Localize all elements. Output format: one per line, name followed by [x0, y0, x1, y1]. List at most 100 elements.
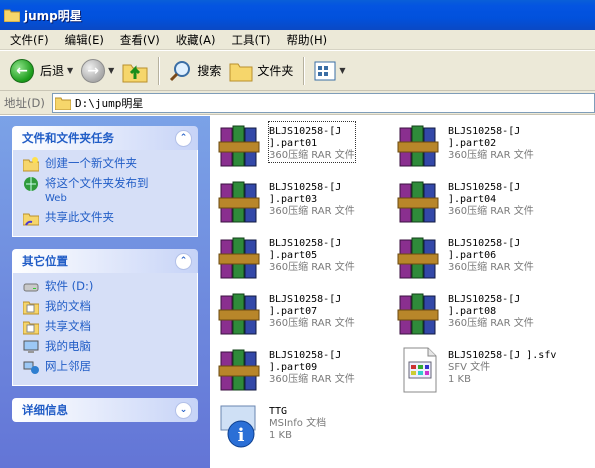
- file-type: 360压缩 RAR 文件: [269, 318, 355, 329]
- search-icon: [170, 60, 191, 81]
- forward-dropdown-icon[interactable]: ▼: [108, 66, 114, 75]
- other-places-body: 软件 (D:) 我的文档 共享文档 我的电脑 网上邻居: [12, 273, 198, 386]
- back-arrow-icon: ←: [10, 58, 34, 83]
- rar-archive-icon: [218, 125, 260, 167]
- file-type: SFV 文件: [448, 362, 491, 373]
- file-type: 360压缩 RAR 文件: [269, 150, 355, 161]
- file-tasks-panel: 文件和文件夹任务 ⌃ 创建一个新文件夹 将这个文件夹发布到 Web 共享此文件夹: [12, 126, 198, 237]
- file-item[interactable]: BLJS10258-[J ].part05 360压缩 RAR 文件: [217, 234, 397, 286]
- back-dropdown-icon[interactable]: ▼: [67, 66, 73, 75]
- file-item[interactable]: BLJS10258-[J ].part04 360压缩 RAR 文件: [396, 178, 576, 230]
- file-tasks-title: 文件和文件夹任务: [22, 131, 114, 145]
- file-item[interactable]: BLJS10258-[J ].part09 360压缩 RAR 文件: [217, 346, 397, 398]
- other-places-header[interactable]: 其它位置 ⌃: [12, 249, 198, 273]
- file-size: 1 KB: [269, 430, 292, 441]
- file-name-line1: BLJS10258-[J: [269, 350, 342, 361]
- menu-bar: 文件(F) 编辑(E) 查看(V) 收藏(A) 工具(T) 帮助(H): [0, 30, 595, 50]
- task-publish-web[interactable]: 将这个文件夹发布到 Web: [23, 176, 187, 206]
- globe-icon: [24, 177, 38, 191]
- file-name-line1: BLJS10258-[J: [269, 238, 342, 249]
- toolbar-separator: [158, 56, 160, 85]
- window-title: jump明星: [24, 8, 82, 23]
- menu-help[interactable]: 帮助(H): [281, 32, 334, 48]
- rar-archive-icon: [218, 237, 260, 279]
- toolbar-separator: [303, 56, 305, 85]
- place-my-documents[interactable]: 我的文档: [23, 299, 187, 315]
- file-item[interactable]: BLJS10258-[J ].part02 360压缩 RAR 文件: [396, 122, 576, 174]
- file-type: MSInfo 文档: [269, 418, 327, 429]
- title-bar: jump明星: [0, 0, 595, 30]
- file-item[interactable]: BLJS10258-[J ].part01 360压缩 RAR 文件: [217, 121, 397, 174]
- file-item[interactable]: BLJS10258-[J ].part08 360压缩 RAR 文件: [396, 290, 576, 342]
- file-type: 360压缩 RAR 文件: [269, 206, 355, 217]
- file-size: 1 KB: [448, 374, 471, 385]
- place-drive-d[interactable]: 软件 (D:): [23, 279, 187, 295]
- up-folder-icon: [122, 64, 148, 82]
- rar-archive-icon: [397, 293, 439, 335]
- task-publish-web-label: 将这个文件夹发布到: [45, 176, 149, 190]
- place-shared-documents-label: 共享文档: [45, 319, 91, 333]
- file-type: 360压缩 RAR 文件: [448, 206, 534, 217]
- file-item[interactable]: BLJS10258-[J ].part06 360压缩 RAR 文件: [396, 234, 576, 286]
- network-icon: [23, 361, 39, 374]
- file-type: 360压缩 RAR 文件: [269, 374, 355, 385]
- details-panel: 详细信息 ⌄: [12, 398, 198, 422]
- address-input[interactable]: D:\jump明星: [52, 92, 595, 113]
- views-button[interactable]: ▼: [310, 54, 349, 88]
- rar-archive-icon: [397, 181, 439, 223]
- folders-button[interactable]: 文件夹: [225, 54, 297, 88]
- file-tasks-body: 创建一个新文件夹 将这个文件夹发布到 Web 共享此文件夹: [12, 150, 198, 237]
- views-icon: [314, 61, 336, 80]
- file-name-line2: ].part09: [269, 362, 318, 373]
- views-dropdown-icon[interactable]: ▼: [339, 66, 345, 75]
- file-type: 360压缩 RAR 文件: [269, 262, 355, 273]
- back-button[interactable]: ← 后退 ▼: [6, 54, 77, 88]
- file-name-line2: ].part08: [448, 306, 497, 317]
- details-header[interactable]: 详细信息 ⌄: [12, 398, 198, 422]
- file-name-line2: ].part04: [448, 194, 497, 205]
- place-shared-documents[interactable]: 共享文档: [23, 319, 187, 335]
- forward-arrow-icon: →: [81, 58, 106, 83]
- address-value: D:\jump明星: [75, 96, 144, 110]
- address-label: 地址(D): [4, 95, 45, 110]
- file-item[interactable]: i TTG MSInfo 文档 1 KB: [217, 402, 397, 454]
- place-my-computer[interactable]: 我的电脑: [23, 339, 187, 355]
- details-title: 详细信息: [22, 403, 68, 417]
- task-pane: 文件和文件夹任务 ⌃ 创建一个新文件夹 将这个文件夹发布到 Web 共享此文件夹: [0, 116, 210, 468]
- up-folder-button[interactable]: [118, 54, 152, 88]
- file-name-line1: BLJS10258-[J ].sfv: [448, 350, 557, 361]
- task-share-folder[interactable]: 共享此文件夹: [23, 210, 187, 226]
- share-folder-icon: [23, 213, 39, 226]
- menu-view[interactable]: 查看(V): [114, 32, 166, 48]
- folder-icon: [4, 9, 20, 22]
- menu-tools[interactable]: 工具(T): [226, 32, 277, 48]
- place-network[interactable]: 网上邻居: [23, 359, 187, 375]
- task-share-folder-label: 共享此文件夹: [45, 210, 114, 224]
- file-item[interactable]: BLJS10258-[J ].sfv SFV 文件 1 KB: [396, 346, 576, 398]
- place-network-label: 网上邻居: [45, 359, 91, 373]
- search-button[interactable]: 搜索: [165, 54, 225, 88]
- other-places-panel: 其它位置 ⌃ 软件 (D:) 我的文档 共享文档 我的电脑 网上邻居: [12, 249, 198, 386]
- place-my-computer-label: 我的电脑: [45, 339, 91, 353]
- menu-file[interactable]: 文件(F): [4, 32, 55, 48]
- collapse-icon[interactable]: ⌃: [175, 129, 192, 147]
- expand-icon[interactable]: ⌄: [175, 401, 192, 419]
- file-type: 360压缩 RAR 文件: [448, 318, 534, 329]
- collapse-icon[interactable]: ⌃: [175, 252, 192, 270]
- file-name-line1: BLJS10258-[J: [448, 294, 521, 305]
- msinfo-doc-icon: i: [220, 405, 256, 448]
- back-label: 后退: [40, 64, 65, 78]
- file-item[interactable]: BLJS10258-[J ].part07 360压缩 RAR 文件: [217, 290, 397, 342]
- file-item[interactable]: BLJS10258-[J ].part03 360压缩 RAR 文件: [217, 178, 397, 230]
- task-new-folder[interactable]: 创建一个新文件夹: [23, 156, 187, 172]
- rar-archive-icon: [397, 237, 439, 279]
- my-documents-icon: [23, 301, 39, 315]
- menu-favorites[interactable]: 收藏(A): [170, 32, 222, 48]
- file-name-line1: BLJS10258-[J: [269, 294, 342, 305]
- place-drive-d-label: 软件 (D:): [45, 279, 94, 293]
- file-name-line1: TTG: [269, 406, 288, 417]
- file-tasks-header[interactable]: 文件和文件夹任务 ⌃: [12, 126, 198, 150]
- place-my-documents-label: 我的文档: [45, 299, 91, 313]
- menu-edit[interactable]: 编辑(E): [59, 32, 110, 48]
- forward-button[interactable]: → ▼: [77, 54, 118, 88]
